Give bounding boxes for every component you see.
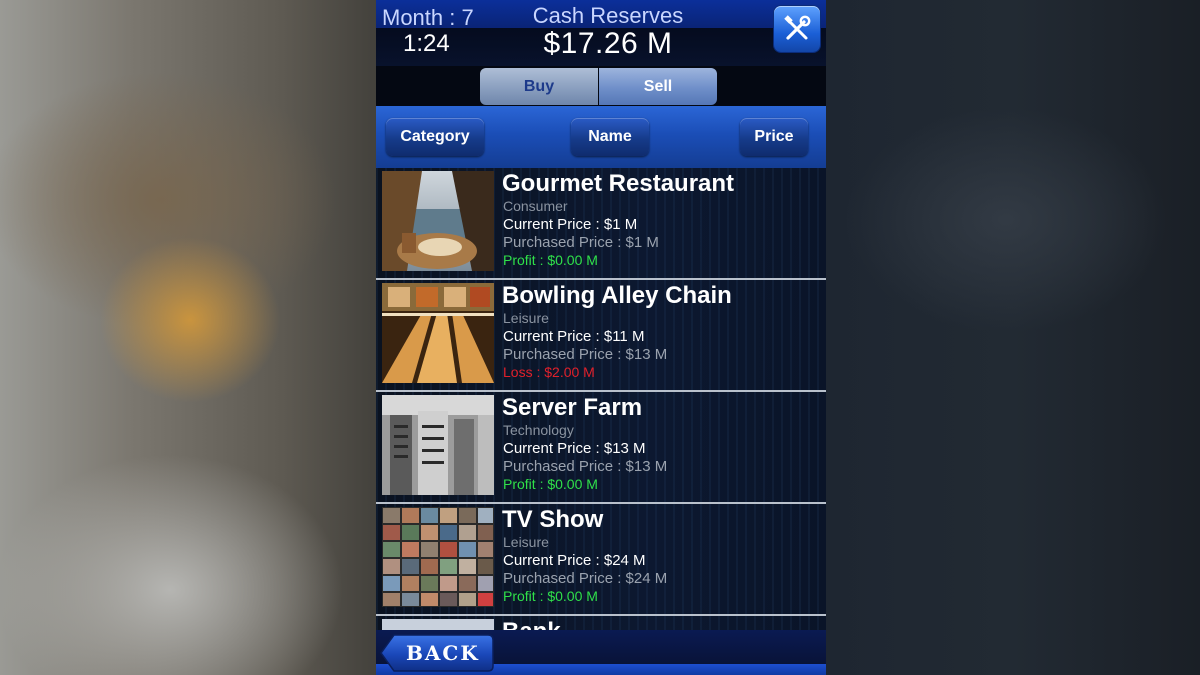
bottom-bar: BACK (376, 630, 826, 675)
tv-show-image (382, 507, 494, 607)
status-header: Month : 7 1:24 Cash Reserves $17.26 M (376, 0, 826, 66)
back-label: BACK (406, 641, 480, 665)
bank-image (382, 619, 494, 630)
tab-sell[interactable]: Sell (599, 68, 717, 105)
tools-button[interactable] (774, 6, 820, 52)
item-profit: Profit : $0.00 M (503, 588, 598, 604)
blurred-background-left (0, 0, 376, 675)
item-name: Bank (502, 618, 561, 630)
back-button[interactable]: BACK (380, 634, 494, 672)
list-item[interactable]: Gourmet Restaurant Consumer Current Pric… (376, 168, 826, 280)
item-purchased-price: Purchased Price : $24 M (503, 570, 668, 587)
item-name: Server Farm (502, 394, 643, 421)
item-name: TV Show (502, 506, 604, 533)
sort-category-button[interactable]: Category (386, 118, 484, 156)
list-item[interactable]: Server Farm Technology Current Price : $… (376, 392, 826, 504)
sort-price-button[interactable]: Price (740, 118, 808, 156)
item-category: Leisure (503, 310, 549, 326)
list-item[interactable]: Bank (376, 616, 826, 630)
server-farm-image (382, 395, 494, 495)
item-current-price: Current Price : $11 M (503, 328, 645, 345)
business-list: Gourmet Restaurant Consumer Current Pric… (376, 168, 826, 630)
list-item[interactable]: Bowling Alley Chain Leisure Current Pric… (376, 280, 826, 392)
item-profit: Profit : $0.00 M (503, 252, 598, 268)
sort-name-button[interactable]: Name (571, 118, 649, 156)
blurred-background-right (826, 0, 1200, 675)
cash-reserves-label: Cash Reserves (532, 3, 684, 28)
sort-bar: Category Name Price (376, 106, 826, 168)
item-purchased-price: Purchased Price : $13 M (503, 346, 668, 363)
bowling-alley-image (382, 283, 494, 383)
item-category: Technology (503, 422, 574, 438)
tools-icon (784, 15, 811, 40)
cash-reserves-value: $17.26 M (543, 27, 673, 60)
item-purchased-price: Purchased Price : $13 M (503, 458, 668, 475)
item-category: Leisure (503, 534, 549, 550)
game-screen: Month : 7 1:24 Cash Reserves $17.26 M Bu… (376, 0, 826, 675)
item-name: Bowling Alley Chain (502, 282, 732, 309)
item-category: Consumer (503, 198, 568, 214)
tab-buy[interactable]: Buy (480, 68, 598, 105)
item-current-price: Current Price : $1 M (503, 216, 638, 233)
buy-sell-toggle: Buy Sell (376, 66, 826, 106)
item-loss: Loss : $2.00 M (503, 364, 595, 380)
item-current-price: Current Price : $24 M (503, 552, 646, 569)
item-profit: Profit : $0.00 M (503, 476, 598, 492)
list-item[interactable]: TV Show Leisure Current Price : $24 M Pu… (376, 504, 826, 616)
item-current-price: Current Price : $13 M (503, 440, 646, 457)
item-name: Gourmet Restaurant (502, 170, 735, 197)
item-purchased-price: Purchased Price : $1 M (503, 234, 659, 251)
gourmet-restaurant-image (382, 171, 494, 271)
